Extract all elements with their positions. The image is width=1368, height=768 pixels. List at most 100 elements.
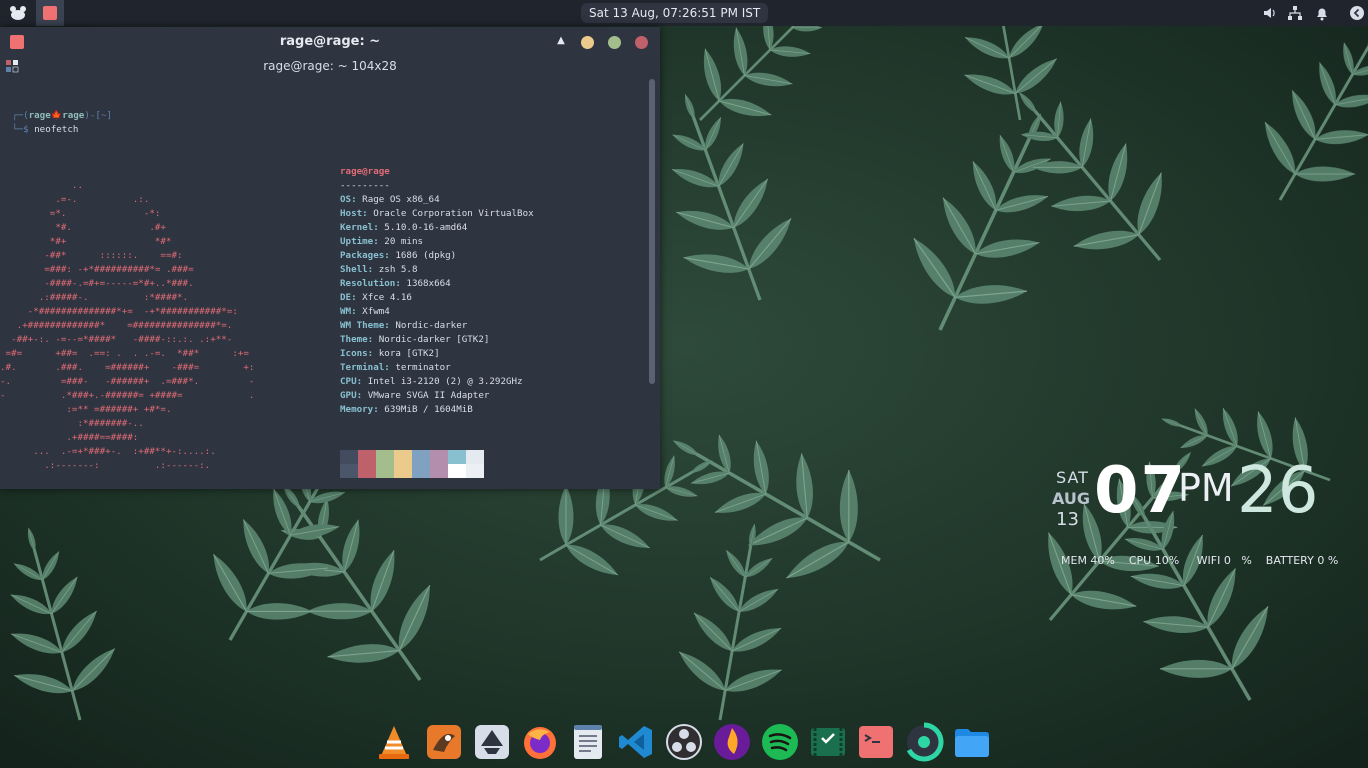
palette-swatch — [340, 464, 358, 478]
info-row: Host: Oracle Corporation VirtualBox — [340, 207, 534, 221]
info-key: Shell — [340, 264, 368, 275]
palette-swatch — [448, 464, 466, 478]
info-value: Rage OS x86_64 — [362, 194, 440, 205]
command-line: └─$ neofetch — [12, 123, 78, 137]
terminal-output[interactable]: ┌─(rage🍁rage)-[~] └─$ neofetch .. .=-. .… — [0, 75, 648, 489]
info-userhost: rage@rage — [340, 166, 390, 177]
info-value: 639MiB / 1604MiB — [384, 404, 473, 415]
info-key: DE — [340, 292, 352, 303]
palette-swatch — [394, 450, 412, 464]
screen-recorder-icon[interactable] — [808, 722, 848, 762]
info-value: zsh 5.8 — [378, 264, 418, 275]
close-button[interactable] — [635, 36, 648, 49]
info-value: VMware SVGA II Adapter — [367, 390, 490, 401]
clock-day: SAT — [1056, 468, 1089, 487]
prompt-host: rage — [62, 110, 85, 121]
info-key: CPU — [340, 376, 357, 387]
obs-icon[interactable] — [664, 722, 704, 762]
prompt-line: ┌─(rage🍁rage)-[~] — [12, 109, 112, 123]
gimp-icon[interactable] — [424, 722, 464, 762]
clock-ampm: PM — [1178, 466, 1234, 510]
terminal-icon[interactable] — [856, 722, 896, 762]
info-row: CPU: Intel i3-2120 (2) @ 3.292GHz — [340, 375, 534, 389]
inkscape-icon[interactable] — [472, 722, 512, 762]
info-colon: : — [351, 292, 363, 303]
info-value: Xfce 4.16 — [362, 292, 412, 303]
info-row: GPU: VMware SVGA II Adapter — [340, 389, 534, 403]
info-colon: : — [367, 264, 379, 275]
minimize-button[interactable] — [581, 36, 594, 49]
info-colon: : — [356, 390, 368, 401]
palette-swatch — [430, 450, 448, 464]
palette-swatch — [412, 450, 430, 464]
info-value: Nordic-darker — [395, 320, 468, 331]
info-colon: : — [384, 250, 396, 261]
info-rows: OS: Rage OS x86_64 Host: Oracle Corporati… — [340, 193, 534, 417]
volume-icon[interactable] — [1261, 4, 1279, 22]
clock-hour: 07 — [1094, 454, 1188, 528]
info-key: Packages — [340, 250, 385, 261]
info-colon: : — [367, 348, 379, 359]
palette-swatch — [412, 464, 430, 478]
spotify-icon[interactable] — [760, 722, 800, 762]
info-key: Uptime — [340, 236, 374, 247]
terminal-scrollbar[interactable] — [649, 79, 655, 384]
typed-command: neofetch — [34, 124, 79, 135]
info-value: kora [GTK2] — [378, 348, 440, 359]
window-titlebar[interactable]: rage@rage: ~ ▲ — [0, 27, 660, 57]
info-row: Uptime: 20 mins — [340, 235, 534, 249]
firefox-icon[interactable] — [520, 722, 560, 762]
info-value: Xfwm4 — [362, 306, 390, 317]
info-key: WM — [340, 306, 352, 317]
clock-minute: 26 — [1237, 454, 1319, 528]
info-value: Intel i3-2120 (2) @ 3.292GHz — [367, 376, 523, 387]
terminal-window[interactable]: rage@rage: ~ ▲ rage@rage: ~ 104x28 ┌─( ra… — [0, 27, 660, 489]
top-panel: Sat 13 Aug, 07:26:51 PM IST — [0, 0, 1368, 26]
text-editor-icon[interactable] — [568, 722, 608, 762]
vlc-icon[interactable] — [374, 722, 414, 762]
taskbar-terminator-button[interactable] — [36, 0, 64, 26]
files-icon[interactable] — [952, 722, 992, 762]
kodi-icon[interactable] — [712, 722, 752, 762]
info-colon: : — [356, 376, 368, 387]
info-key: WM Theme — [340, 320, 385, 331]
shade-button[interactable]: ▲ — [555, 35, 567, 47]
neofetch-info: rage@rage --------- OS: Rage OS x86_64 Ho… — [340, 165, 534, 417]
info-row: Kernel: 5.10.0-16-amd64 — [340, 221, 534, 235]
info-row: Memory: 639MiB / 1604MiB — [340, 403, 534, 417]
info-key: Icons — [340, 348, 368, 359]
info-value: terminator — [395, 362, 451, 373]
maple-leaf-icon: 🍁 — [50, 110, 63, 121]
info-colon: : — [351, 194, 363, 205]
info-value: 5.10.0-16-amd64 — [384, 222, 468, 233]
system-stats: MEM 40% CPU 10% WIFI 0 % BATTERY 0 % — [1061, 554, 1339, 567]
info-row: Resolution: 1368x664 — [340, 277, 534, 291]
prompt-cwd: )-[~] — [84, 110, 113, 121]
info-value: 1686 (dpkg) — [395, 250, 457, 261]
info-row: DE: Xfce 4.16 — [340, 291, 534, 305]
network-icon[interactable] — [1286, 4, 1304, 22]
info-row: Icons: kora [GTK2] — [340, 347, 534, 361]
disk-usage-icon[interactable] — [904, 722, 944, 762]
terminal-tab-title: rage@rage: ~ 104x28 — [263, 59, 397, 73]
prompt-prefix: └─$ — [12, 124, 35, 135]
info-value: Oracle Corporation VirtualBox — [373, 208, 534, 219]
info-colon: : — [373, 236, 385, 247]
palette-swatch — [340, 450, 358, 464]
info-key: Resolution — [340, 278, 396, 289]
vscode-icon[interactable] — [616, 722, 656, 762]
info-colon: : — [362, 208, 374, 219]
panel-clock[interactable]: Sat 13 Aug, 07:26:51 PM IST — [581, 3, 769, 23]
whisker-menu-button[interactable] — [4, 2, 32, 24]
maximize-button[interactable] — [608, 36, 621, 49]
notification-bell-icon[interactable] — [1313, 4, 1331, 22]
info-key: Host — [340, 208, 363, 219]
prompt-open: ┌─( — [12, 110, 29, 121]
info-key: OS — [340, 194, 352, 205]
palette-swatch — [466, 464, 484, 478]
palette-swatch — [358, 464, 376, 478]
terminator-icon — [43, 6, 57, 20]
session-menu-icon[interactable] — [1348, 4, 1366, 22]
info-key: GPU — [340, 390, 357, 401]
info-row: Theme: Nordic-darker [GTK2] — [340, 333, 534, 347]
